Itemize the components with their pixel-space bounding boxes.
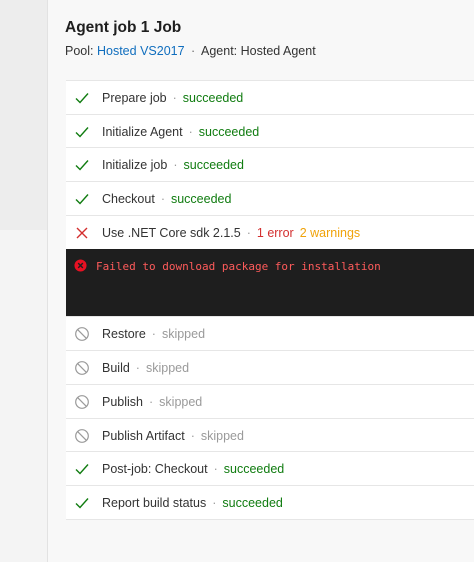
checkmark-icon — [75, 93, 89, 104]
step-name: Checkout — [102, 192, 155, 207]
step-label: Initialize job · succeeded — [102, 158, 244, 172]
step-status: skipped — [159, 394, 203, 409]
error-log-message: Failed to download package for installat… — [96, 260, 381, 274]
step-name: Initialize Agent — [102, 124, 183, 139]
step-list: Prepare job · succeeded Initialize Agent · s… — [66, 80, 474, 520]
status-separator: · — [135, 361, 140, 376]
step-use-dotnet-core-sdk[interactable]: Use .NET Core sdk 2.1.5 · 1 error 2 warning… — [66, 216, 474, 250]
status-separator: · — [151, 327, 156, 342]
status-separator: · — [188, 124, 193, 139]
step-name: Restore — [102, 327, 146, 342]
error-circle-icon — [74, 259, 87, 272]
checkmark-icon — [75, 126, 89, 138]
status-separator: · — [246, 225, 251, 240]
step-label: Restore · skipped — [102, 327, 205, 341]
step-name: Publish Artifact — [102, 428, 185, 443]
skipped-icon — [75, 327, 89, 342]
step-status: succeeded — [222, 495, 283, 510]
status-separator: · — [173, 158, 178, 173]
step-status: succeeded — [170, 192, 232, 207]
skipped-icon — [75, 361, 89, 376]
step-name: Prepare job — [102, 91, 167, 105]
step-publish-artifact[interactable]: Publish Artifact · skipped — [66, 419, 474, 453]
step-label: Build · skipped — [102, 361, 189, 375]
pool-label: Pool: — [65, 44, 94, 58]
step-label: Use .NET Core sdk 2.1.5 · 1 error 2 warning… — [102, 226, 360, 240]
step-status: skipped — [200, 428, 244, 443]
checkmark-icon — [75, 464, 89, 475]
step-label: Post-job: Checkout · succeeded — [102, 462, 284, 476]
step-label: Publish · skipped — [102, 395, 202, 409]
step-initialize-agent[interactable]: Initialize Agent · succeeded — [66, 115, 474, 149]
step-status: skipped — [145, 361, 190, 376]
error-count: 1 error — [256, 225, 294, 240]
step-build[interactable]: Build · skipped — [66, 351, 474, 385]
step-checkout[interactable]: Checkout · succeeded — [66, 182, 474, 216]
checkmark-icon — [75, 497, 89, 509]
job-meta: Pool: Hosted VS2017 · Agent: Hosted Agen… — [65, 44, 316, 58]
skipped-icon — [75, 428, 89, 443]
job-header: Agent job 1 Job Pool: Hosted VS2017 · Ag… — [48, 0, 474, 80]
step-status: succeeded — [223, 462, 285, 477]
status-separator: · — [172, 91, 177, 105]
checkmark-icon — [75, 194, 89, 205]
step-post-job-checkout[interactable]: Post-job: Checkout · succeeded — [66, 452, 474, 486]
meta-separator: · — [191, 44, 196, 58]
step-error-log: Failed to download package for installat… — [66, 249, 474, 318]
step-status: succeeded — [183, 158, 244, 173]
warning-count: 2 warnings — [299, 225, 361, 240]
step-label: Publish Artifact · skipped — [102, 429, 244, 443]
status-separator: · — [190, 428, 195, 443]
step-name: Post-job: Checkout — [102, 462, 208, 477]
step-status: succeeded — [198, 124, 260, 139]
status-separator: · — [160, 192, 165, 207]
step-status: succeeded — [182, 91, 244, 105]
step-status: skipped — [161, 327, 206, 342]
step-name: Publish — [102, 394, 143, 409]
checkmark-icon — [75, 160, 89, 171]
error-x-icon — [76, 227, 88, 239]
step-name: Report build status — [102, 495, 207, 510]
step-label: Checkout · succeeded — [102, 192, 231, 206]
status-separator: · — [149, 394, 154, 409]
status-separator: · — [212, 495, 217, 510]
step-prepare-job[interactable]: Prepare job · succeeded — [66, 81, 474, 115]
agent-text: Agent: Hosted Agent — [201, 44, 316, 58]
left-panel-block — [0, 0, 47, 230]
step-name: Initialize job — [102, 158, 168, 173]
step-initialize-job[interactable]: Initialize job · succeeded — [66, 148, 474, 183]
step-restore[interactable]: Restore · skipped — [66, 317, 474, 352]
step-label: Prepare job · succeeded — [102, 91, 243, 105]
step-label: Initialize Agent · succeeded — [102, 125, 259, 139]
step-report-build-status[interactable]: Report build status · succeeded — [66, 486, 474, 520]
job-title: Agent job 1 Job — [65, 19, 182, 36]
left-pane — [0, 0, 47, 562]
step-publish[interactable]: Publish · skipped — [66, 385, 474, 419]
skipped-icon — [75, 394, 89, 409]
step-name: Build — [102, 361, 130, 376]
status-separator: · — [213, 462, 218, 477]
step-name: Use .NET Core sdk 2.1.5 — [102, 225, 241, 240]
step-label: Report build status · succeeded — [102, 496, 283, 510]
pool-link[interactable]: Hosted VS2017 — [97, 44, 185, 58]
